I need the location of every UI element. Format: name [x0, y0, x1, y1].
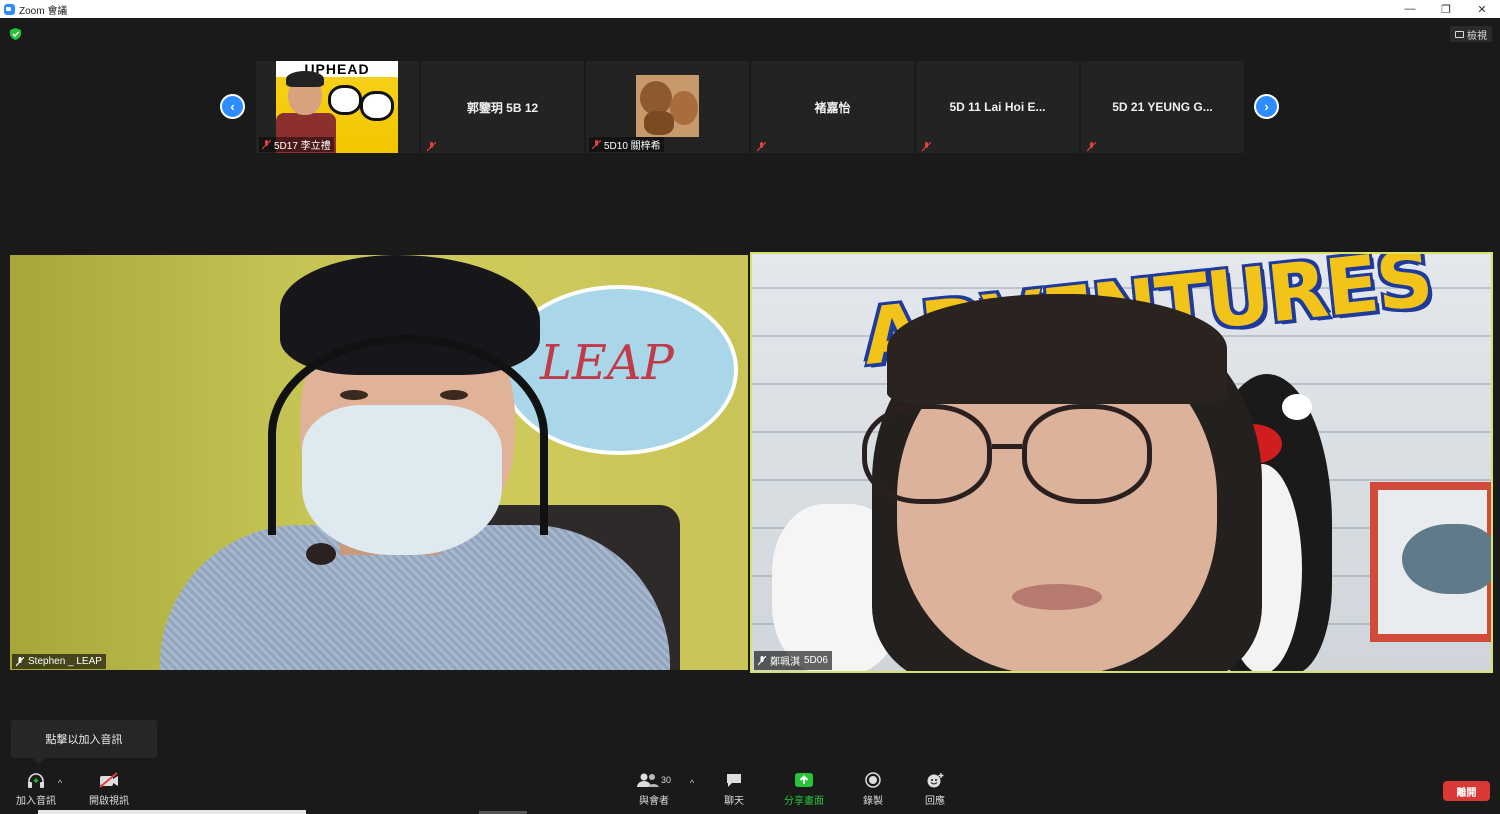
view-button[interactable]: 檢視	[1450, 26, 1492, 42]
audio-options-caret[interactable]: ^	[58, 778, 62, 788]
start-video-button[interactable]: 開啟視訊	[89, 772, 129, 807]
video-off-icon	[99, 772, 118, 788]
tooltip-text: 點擊以加入音訊	[45, 734, 123, 746]
participants-icon-group: 30	[637, 772, 671, 788]
participant-avatar	[636, 75, 699, 137]
window-controls: — ❐ ✕	[1392, 0, 1500, 18]
glasses-lens	[1022, 404, 1152, 504]
chevron-right-icon: ›	[1264, 99, 1269, 114]
reactions-button[interactable]: 回應	[925, 772, 945, 807]
mic-muted-icon	[592, 139, 601, 149]
participant-tile[interactable]: UPHEAD 5D17 李立禮	[256, 61, 419, 153]
participant-label: 5D10 關梓希	[589, 137, 664, 152]
participant-name: 5D 11 Lai Hoi E...	[949, 100, 1046, 114]
face-mask	[302, 405, 502, 555]
chat-icon	[727, 774, 741, 787]
participant-tile[interactable]: 褚嘉怡	[751, 61, 914, 153]
participant-label	[919, 142, 934, 152]
participant-label	[1084, 142, 1099, 152]
join-audio-button[interactable]: 加入音訊	[16, 772, 56, 807]
participant-label: 5D17 李立禮	[259, 137, 334, 152]
leave-label: 離開	[1456, 787, 1477, 799]
bangs	[887, 294, 1227, 404]
bear-shape	[640, 81, 672, 115]
record-icon	[865, 772, 881, 788]
leap-logo-text: LEAP	[540, 335, 674, 391]
horizontal-scrollbar[interactable]	[38, 810, 306, 814]
grid-icon	[1455, 30, 1464, 38]
video-active-speaker[interactable]: ADVENTURES 鄭珮淇 5D06	[750, 252, 1493, 673]
filmstrip-next-button[interactable]: ›	[1254, 94, 1279, 119]
kid-hair	[286, 71, 324, 87]
record-button[interactable]: 錄製	[863, 772, 883, 807]
mic-muted-icon	[427, 142, 436, 152]
window-title: Zoom 會議	[19, 5, 68, 17]
bear-shape	[670, 91, 698, 125]
video-class: 5D06	[804, 655, 828, 666]
cup-character	[328, 85, 362, 115]
mic-muted-icon	[758, 655, 766, 665]
share-screen-button[interactable]: 分享畫面	[784, 772, 824, 807]
mic-muted-icon	[922, 142, 931, 152]
record-label: 錄製	[863, 796, 883, 807]
share-screen-icon	[795, 773, 813, 787]
participants-label: 與會者	[639, 796, 669, 807]
mic-muted-icon	[1087, 142, 1096, 152]
filmstrip-prev-button[interactable]: ‹	[220, 94, 245, 119]
cup-character	[360, 91, 394, 121]
reaction-smiley-icon	[927, 773, 944, 788]
video-name: 鄭珮淇	[770, 657, 800, 668]
zoom-app-icon	[4, 3, 15, 15]
video-name-label: Stephen _ LEAP	[12, 654, 106, 669]
chat-label: 聊天	[724, 796, 744, 807]
participant-label	[754, 142, 769, 152]
participant-label	[424, 142, 439, 152]
lips	[1012, 584, 1102, 610]
leave-meeting-button[interactable]: 離開	[1443, 781, 1490, 801]
reactions-label: 回應	[925, 796, 945, 807]
chevron-left-icon: ‹	[230, 99, 235, 114]
join-audio-tooltip: 點擊以加入音訊	[11, 720, 157, 764]
glasses-bridge	[992, 444, 1022, 449]
restore-button[interactable]: ❐	[1428, 0, 1464, 18]
participants-button[interactable]: 30 與會者	[637, 772, 671, 807]
glasses-lens	[862, 404, 992, 504]
participant-tile[interactable]: 5D10 關梓希	[586, 61, 749, 153]
minimize-button[interactable]: —	[1392, 0, 1428, 18]
participant-name: 5D10 關梓希	[604, 141, 661, 152]
meeting-toolbar: 加入音訊 ^ 開啟視訊 30 與會者 ^ 聊天 分享畫面 錄製 回應	[0, 768, 1500, 814]
whale-picture	[1402, 524, 1491, 594]
headset-mic	[306, 543, 336, 565]
bear-shape	[644, 111, 674, 135]
participant-name: 郭鑒玥 5B 12	[466, 100, 539, 115]
participants-options-caret[interactable]: ^	[690, 778, 694, 788]
participant-count: 30	[661, 775, 672, 785]
participants-icon	[637, 773, 659, 787]
participant-name: 5D 21 YEUNG G...	[1112, 100, 1213, 114]
shield-icon[interactable]	[10, 28, 21, 40]
mic-muted-icon	[757, 142, 766, 152]
close-button[interactable]: ✕	[1464, 0, 1500, 18]
mic-muted-icon	[262, 139, 271, 149]
participant-tile[interactable]: 5D 21 YEUNG G...	[1081, 61, 1244, 153]
join-audio-label: 加入音訊	[16, 796, 56, 807]
filmstrip: UPHEAD 5D17 李立禮 郭鑒玥 5B 12 5D10 關梓希 褚嘉怡 5…	[256, 61, 1244, 153]
participant-tile[interactable]: 5D 11 Lai Hoi E...	[916, 61, 1079, 153]
title-bar: Zoom 會議 — ❐ ✕	[0, 0, 1500, 18]
penguin-eye	[1282, 394, 1312, 420]
video-name-label: 鄭珮淇 5D06	[754, 651, 832, 670]
view-label: 檢視	[1467, 30, 1487, 42]
video-stephen[interactable]: LEAP Stephen _ LEAP	[10, 255, 748, 670]
video-name: Stephen _ LEAP	[28, 656, 102, 667]
chat-button[interactable]: 聊天	[724, 772, 744, 807]
participant-tile[interactable]: 郭鑒玥 5B 12	[421, 61, 584, 153]
share-screen-label: 分享畫面	[784, 796, 824, 807]
start-video-label: 開啟視訊	[89, 796, 129, 807]
headphones-icon	[28, 773, 44, 788]
mic-muted-icon	[16, 656, 24, 666]
participant-name: 褚嘉怡	[814, 100, 851, 115]
participant-name: 5D17 李立禮	[274, 141, 331, 152]
